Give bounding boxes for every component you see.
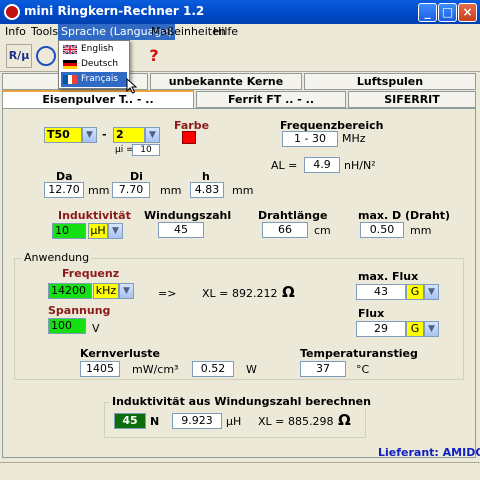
voltage-label: Spannung bbox=[48, 304, 111, 317]
language-option-english[interactable]: English bbox=[61, 42, 127, 57]
wire-length-value: 66 bbox=[262, 222, 308, 238]
al-unit: nH/N² bbox=[344, 159, 376, 172]
voltage-input[interactable]: 100 bbox=[48, 318, 86, 334]
tab-ferrit[interactable]: Ferrit FT .. - .. bbox=[196, 91, 346, 108]
flux-unit-combo[interactable]: G bbox=[406, 321, 424, 337]
core-loss-label: Kernverluste bbox=[80, 347, 160, 360]
chevron-down-icon[interactable]: ▼ bbox=[82, 127, 97, 143]
calc-legend: Induktivität aus Windungszahl berechnen bbox=[110, 395, 373, 408]
xl-label: XL = bbox=[202, 287, 229, 300]
calc-inductance-value: 9.923 bbox=[172, 413, 222, 429]
core-loss-power-value: 0.52 bbox=[192, 361, 234, 377]
frequency-unit-combo[interactable]: kHz bbox=[93, 283, 119, 299]
max-wire-unit: mm bbox=[410, 224, 432, 237]
inductance-unit-combo[interactable]: μH bbox=[88, 223, 108, 239]
chevron-down-icon[interactable]: ▼ bbox=[424, 321, 439, 337]
windings-value: 45 bbox=[158, 222, 204, 238]
h-value: 4.83 bbox=[190, 182, 224, 198]
al-value: 4.9 bbox=[304, 157, 340, 173]
chevron-down-icon[interactable]: ▼ bbox=[119, 283, 134, 299]
chevron-down-icon[interactable]: ▼ bbox=[145, 127, 160, 143]
da-unit: mm bbox=[88, 184, 110, 197]
windings-n-label: N bbox=[150, 415, 160, 428]
frequency-input[interactable]: 14200 bbox=[48, 283, 92, 299]
help-button[interactable]: ? bbox=[146, 44, 162, 68]
calc-xl-label: XL = bbox=[258, 415, 285, 428]
calc-omega-symbol: Ω bbox=[338, 411, 351, 429]
da-value: 12.70 bbox=[44, 182, 84, 198]
temperature-rise-label: Temperaturanstieg bbox=[300, 347, 418, 360]
temperature-rise-value: 37 bbox=[300, 361, 346, 377]
h-unit: mm bbox=[232, 184, 254, 197]
app-icon bbox=[4, 4, 20, 20]
mu-value: 10 bbox=[132, 144, 160, 156]
flux-label: Flux bbox=[358, 307, 385, 320]
core-loss-density-unit: mW/cm³ bbox=[132, 363, 179, 376]
maximize-button[interactable]: □ bbox=[438, 3, 457, 22]
wire-length-label: Drahtlänge bbox=[258, 209, 328, 222]
core-type-combo[interactable]: T50 bbox=[44, 127, 82, 143]
language-option-francais[interactable]: Français bbox=[61, 72, 127, 87]
temperature-rise-unit: °C bbox=[356, 363, 370, 376]
max-flux-label: max. Flux bbox=[358, 270, 419, 283]
max-flux-value: 43 bbox=[356, 284, 406, 300]
max-wire-value: 0.50 bbox=[360, 222, 404, 238]
omega-symbol: Ω bbox=[282, 283, 295, 301]
core-mix-combo[interactable]: 2 bbox=[113, 127, 145, 143]
calc-xl-value: 885.298 bbox=[288, 415, 334, 428]
window-title: mini Ringkern-Rechner 1.2 bbox=[24, 4, 205, 18]
windings-input[interactable]: 45 bbox=[114, 413, 146, 429]
arrow-label: => bbox=[158, 287, 177, 300]
status-bar bbox=[0, 462, 480, 480]
fr-flag-icon bbox=[63, 75, 77, 84]
tab-unbekannte-kerne[interactable]: unbekannte Kerne bbox=[150, 73, 302, 90]
core-loss-density-value: 1405 bbox=[80, 361, 120, 377]
inductance-input[interactable]: 10 bbox=[52, 223, 86, 239]
flux-value: 29 bbox=[356, 321, 406, 337]
windings-label: Windungszahl bbox=[144, 209, 232, 222]
ring-core-icon[interactable] bbox=[36, 46, 56, 66]
anwendung-legend: Anwendung bbox=[22, 251, 92, 264]
tab-eisenpulver[interactable]: Eisenpulver T.. - .. bbox=[2, 90, 194, 109]
max-wire-label: max. D (Draht) bbox=[358, 209, 451, 222]
max-flux-unit-combo[interactable]: G bbox=[406, 284, 424, 300]
close-button[interactable]: × bbox=[458, 3, 477, 22]
core-loss-power-unit: W bbox=[246, 363, 257, 376]
menu-info[interactable]: Info bbox=[2, 24, 29, 40]
al-label: AL = bbox=[271, 159, 298, 172]
minimize-button[interactable]: _ bbox=[418, 3, 437, 22]
color-swatch bbox=[182, 131, 196, 144]
menu-help[interactable]: Hilfe bbox=[210, 24, 241, 40]
di-value: 7.70 bbox=[112, 182, 150, 198]
calc-inductance-unit: μH bbox=[226, 415, 242, 428]
frequency-label: Frequenz bbox=[62, 267, 120, 280]
formula-button[interactable]: R/μ bbox=[6, 44, 32, 68]
wire-length-unit: cm bbox=[314, 224, 331, 237]
language-option-deutsch[interactable]: Deutsch bbox=[61, 57, 127, 72]
supplier-label: Lieferant: AMIDON bbox=[378, 446, 480, 459]
tab-siferrit[interactable]: SIFERRIT bbox=[348, 91, 476, 108]
chevron-down-icon[interactable]: ▼ bbox=[108, 223, 123, 239]
xl-value: 892.212 bbox=[232, 287, 278, 300]
inductance-label: Induktivität bbox=[58, 209, 131, 222]
uk-flag-icon bbox=[63, 45, 77, 54]
dash-separator: - bbox=[102, 128, 107, 141]
de-flag-icon bbox=[63, 60, 77, 69]
menu-tools[interactable]: Tools bbox=[28, 24, 61, 40]
mouse-cursor-icon bbox=[126, 78, 138, 94]
frequency-range-value: 1 - 30 bbox=[282, 131, 338, 147]
mu-label: μi = bbox=[115, 145, 134, 155]
language-dropdown: English Deutsch Français bbox=[58, 40, 130, 89]
di-unit: mm bbox=[160, 184, 182, 197]
tab-luftspulen[interactable]: Luftspulen bbox=[304, 73, 476, 90]
voltage-unit: V bbox=[92, 322, 100, 335]
chevron-down-icon[interactable]: ▼ bbox=[424, 284, 439, 300]
frequency-range-unit: MHz bbox=[342, 132, 366, 145]
